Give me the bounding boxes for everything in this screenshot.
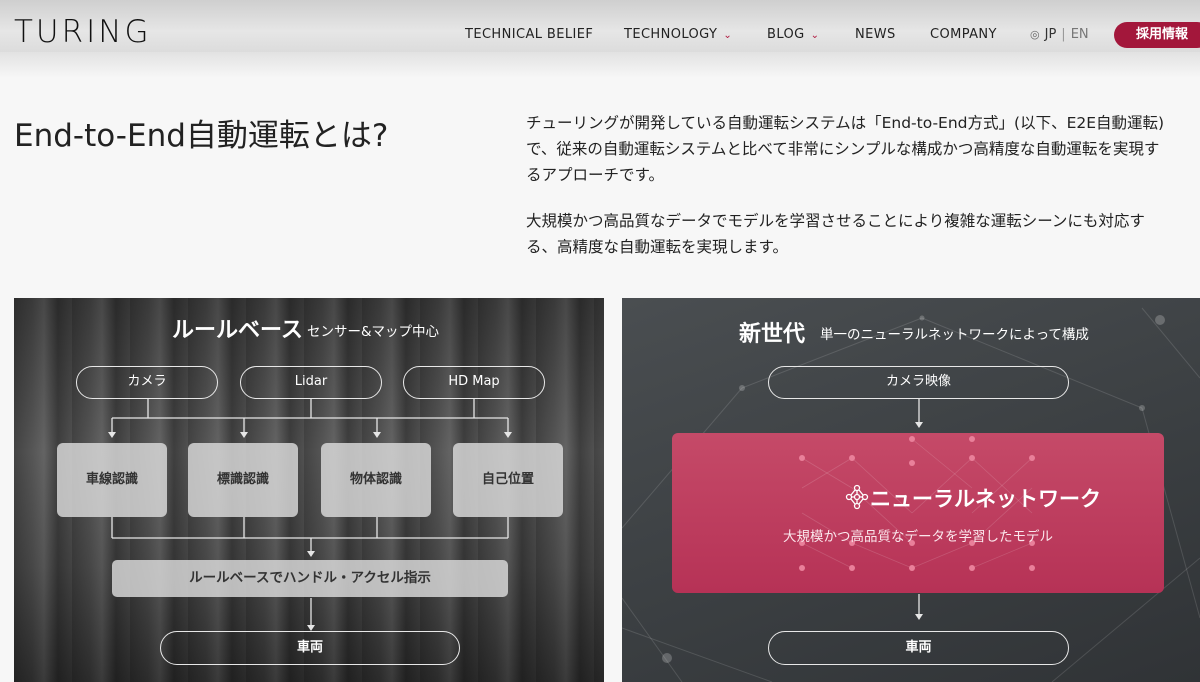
rule-based-control: ルールベースでハンドル・アクセル指示: [112, 560, 508, 597]
text-line: るアプローチです。: [526, 166, 664, 184]
text-line: 大規模かつ高品質なデータでモデルを学習させることにより複雑な運転シーンにも対応す: [526, 212, 1145, 230]
input-hd-map: HD Map: [403, 366, 545, 399]
text-line: チューリングが開発している自動運転システムは「End-to-End方式」(以下、…: [526, 114, 1165, 132]
logo[interactable]: TURING: [14, 14, 152, 50]
header-fade: [0, 52, 1200, 78]
rule-based-heading: ルールベース: [172, 318, 303, 343]
lang-en[interactable]: EN: [1071, 27, 1089, 42]
nav-label: TECHNICAL BELIEF: [465, 27, 594, 42]
nav-technology[interactable]: TECHNOLOGY ⌄: [624, 27, 732, 42]
nav-blog[interactable]: BLOG ⌄: [767, 27, 819, 42]
site-header: [0, 0, 1200, 52]
rule-based-diagram: ルールベース センサー&マップ中心 カメラ Lidar HD Map 車線認識 …: [14, 298, 604, 682]
recruit-button[interactable]: 採用情報: [1114, 22, 1200, 48]
nav-label: COMPANY: [930, 27, 997, 42]
globe-icon: ◎: [1030, 28, 1040, 41]
neural-network-title: ニューラルネットワーク: [870, 487, 1101, 511]
chevron-down-icon: ⌄: [723, 30, 733, 41]
nav-label: BLOG: [767, 27, 805, 42]
input-camera: カメラ: [76, 366, 218, 399]
input-lidar: Lidar: [240, 366, 382, 399]
chevron-down-icon: ⌄: [810, 30, 820, 41]
nav-company[interactable]: COMPANY: [930, 27, 997, 42]
intro-paragraph-1: チューリングが開発している自動運転システムは「End-to-End方式」(以下、…: [526, 110, 1164, 188]
nav-label: TECHNOLOGY: [624, 27, 718, 42]
rule-based-subheading: センサー&マップ中心: [307, 324, 440, 340]
output-vehicle: 車両: [768, 631, 1069, 665]
lang-separator: |: [1061, 27, 1066, 42]
output-vehicle: 車両: [160, 631, 460, 665]
module-lane-recognition: 車線認識: [57, 443, 167, 517]
intro-paragraph-2: 大規模かつ高品質なデータでモデルを学習させることにより複雑な運転シーンにも対応す…: [526, 208, 1145, 260]
neural-network-graph: [799, 436, 1035, 571]
nav-news[interactable]: NEWS: [855, 27, 896, 42]
neural-network-icon: [845, 484, 869, 510]
page-title: End-to-End自動運転とは?: [14, 118, 389, 154]
nav-technical-belief[interactable]: TECHNICAL BELIEF: [465, 27, 593, 42]
text-line: で、従来の自動運転システムと比べて非常にシンプルな構成かつ高精度な自動運転を実現…: [526, 140, 1160, 158]
module-sign-recognition: 標識認識: [188, 443, 298, 517]
lang-jp[interactable]: JP: [1045, 27, 1057, 42]
neural-network-box: ニューラルネットワーク 大規模かつ高品質なデータを学習したモデル: [672, 433, 1164, 593]
module-localization: 自己位置: [453, 443, 563, 517]
module-object-recognition: 物体認識: [321, 443, 431, 517]
neural-network-subtitle: 大規模かつ高品質なデータを学習したモデル: [783, 529, 1053, 545]
nav-label: NEWS: [855, 27, 896, 42]
language-switcher: ◎ JP | EN: [1030, 27, 1089, 42]
end-to-end-diagram: 新世代 単一のニューラルネットワークによって構成 カメラ映像 ニューラルネットワ…: [622, 298, 1200, 682]
text-line: る、高精度な自動運転を実現します。: [526, 238, 788, 256]
